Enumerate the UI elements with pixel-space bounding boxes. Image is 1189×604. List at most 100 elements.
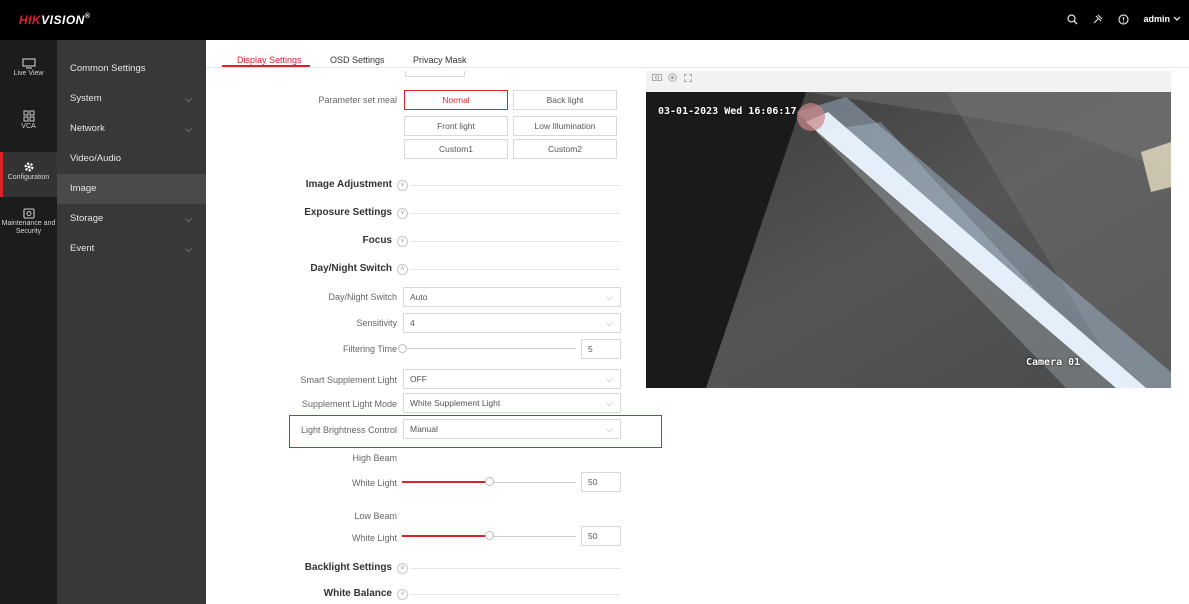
- param-custom1-button[interactable]: Custom1: [404, 139, 508, 159]
- chevron-down-icon[interactable]: ∨: [397, 208, 408, 219]
- chevron-down-icon[interactable]: ∨: [397, 563, 408, 574]
- section-image-adjustment[interactable]: Image Adjustment: [192, 179, 392, 190]
- chevron-down-icon: [1173, 16, 1181, 21]
- day-night-switch-select[interactable]: Auto ⌵: [403, 287, 621, 307]
- tab-osd-settings[interactable]: OSD Settings: [330, 55, 385, 65]
- chevron-down-icon: ⌵: [185, 214, 192, 224]
- chevron-down-icon: ⌵: [606, 318, 613, 328]
- filtering-time-slider-handle[interactable]: [398, 344, 407, 353]
- section-white-balance[interactable]: White Balance: [192, 588, 392, 599]
- fullscreen-icon[interactable]: [684, 74, 692, 82]
- nav-live-view[interactable]: Live View: [0, 58, 57, 92]
- low-beam-slider-fill: [402, 535, 489, 537]
- search-icon[interactable]: [1067, 13, 1078, 25]
- submenu-network[interactable]: Network ⌵: [57, 114, 206, 144]
- submenu-event[interactable]: Event ⌵: [57, 234, 206, 264]
- user-menu[interactable]: admin: [1143, 14, 1181, 24]
- low-beam-input[interactable]: 50: [581, 526, 621, 546]
- high-beam-white-light-label: White Light: [351, 478, 397, 488]
- chevron-down-icon: ⌵: [606, 292, 613, 302]
- submenu-event-label: Event: [70, 243, 95, 254]
- filtering-time-slider-track[interactable]: [402, 348, 576, 349]
- nav-vca[interactable]: VCA: [0, 110, 57, 144]
- top-actions: admin: [1067, 13, 1181, 25]
- supplement-mode-select[interactable]: White Supplement Light ⌵: [403, 393, 621, 413]
- smart-supplement-select[interactable]: OFF ⌵: [403, 369, 621, 389]
- sensitivity-select[interactable]: 4 ⌵: [403, 313, 621, 333]
- camera-image: [646, 92, 1171, 388]
- nav-live-view-label: Live View: [13, 70, 44, 77]
- submenu-network-label: Network: [70, 123, 105, 134]
- nav-configuration-label: Configuration: [7, 174, 50, 181]
- param-front-light-button[interactable]: Front light: [404, 116, 508, 136]
- record-icon[interactable]: [668, 73, 677, 82]
- section-day-night-switch[interactable]: Day/Night Switch: [192, 263, 392, 274]
- chevron-down-icon[interactable]: ∨: [397, 589, 408, 600]
- osd-timestamp: 03-01-2023 Wed 16:06:17: [658, 106, 797, 117]
- section-divider: [410, 269, 620, 270]
- high-beam-input[interactable]: 50: [581, 472, 621, 492]
- sensitivity-value: 4: [410, 318, 415, 328]
- config-submenu: Common Settings System ⌵ Network ⌵ Video/A…: [57, 40, 206, 604]
- brightness-control-value: Manual: [410, 424, 438, 434]
- monitor-icon: [21, 58, 36, 69]
- param-back-light-button[interactable]: Back light: [513, 90, 617, 110]
- submenu-system[interactable]: System ⌵: [57, 84, 206, 114]
- vca-icon: [23, 110, 34, 122]
- submenu-video-audio[interactable]: Video/Audio: [57, 144, 206, 174]
- section-divider: [410, 213, 620, 214]
- section-divider: [410, 594, 620, 595]
- day-night-switch-value: Auto: [410, 292, 428, 302]
- day-night-switch-label: Day/Night Switch: [328, 292, 397, 302]
- filtering-time-input[interactable]: 5: [581, 339, 621, 359]
- submenu-storage[interactable]: Storage ⌵: [57, 204, 206, 234]
- submenu-image-label: Image: [70, 183, 97, 194]
- section-focus[interactable]: Focus: [192, 235, 392, 246]
- logo-registered-mark: ®: [84, 13, 91, 20]
- main-nav-rail: Live View VCA Configuration Maintenance …: [0, 40, 57, 604]
- submenu-common-settings-label: Common Settings: [70, 63, 146, 74]
- scrolled-control-edge: [405, 71, 465, 77]
- connector-icon[interactable]: [1092, 13, 1104, 25]
- smart-supplement-value: OFF: [410, 374, 427, 384]
- gear-icon: [24, 162, 33, 172]
- submenu-image[interactable]: Image: [57, 174, 206, 204]
- nav-maintenance[interactable]: Maintenance and Security: [0, 208, 57, 250]
- supplement-mode-label: Supplement Light Mode: [301, 399, 397, 409]
- low-beam-label: Low Beam: [354, 511, 397, 521]
- chevron-down-icon[interactable]: ∨: [397, 236, 408, 247]
- filtering-time-label: Filtering Time: [342, 344, 397, 354]
- tab-bar: Display Settings OSD Settings Privacy Ma…: [206, 40, 1189, 68]
- chevron-down-icon: ⌵: [606, 398, 613, 408]
- submenu-common-settings[interactable]: Common Settings: [57, 54, 206, 84]
- high-beam-slider-handle[interactable]: [484, 477, 494, 486]
- sensitivity-label: Sensitivity: [356, 318, 397, 328]
- low-beam-slider-handle[interactable]: [484, 531, 494, 540]
- chevron-down-icon[interactable]: ∨: [397, 180, 408, 191]
- submenu-video-audio-label: Video/Audio: [70, 153, 122, 164]
- param-low-illumination-button[interactable]: Low Illumination: [513, 116, 617, 136]
- maintenance-icon: [22, 208, 35, 219]
- brightness-control-label: Light Brightness Control: [300, 425, 397, 435]
- capture-icon[interactable]: [652, 74, 662, 81]
- hikvision-logo: HIKVISION®: [19, 13, 91, 27]
- chevron-down-icon: ⌵: [185, 244, 192, 254]
- chevron-down-icon: ⌵: [185, 94, 192, 104]
- chevron-up-icon[interactable]: ∧: [397, 264, 408, 275]
- nav-configuration[interactable]: Configuration: [0, 152, 57, 197]
- nav-maintenance-label: Maintenance and Security: [1, 220, 56, 235]
- smart-supplement-label: Smart Supplement Light: [300, 375, 397, 385]
- help-icon[interactable]: [1118, 13, 1130, 25]
- brightness-control-select[interactable]: Manual ⌵: [403, 419, 621, 439]
- tab-display-settings[interactable]: Display Settings: [237, 55, 302, 65]
- section-exposure-settings[interactable]: Exposure Settings: [192, 207, 392, 218]
- active-tab-indicator: [222, 65, 310, 67]
- live-preview[interactable]: 03-01-2023 Wed 16:06:17 Camera 01: [646, 92, 1171, 388]
- tab-privacy-mask[interactable]: Privacy Mask: [413, 55, 467, 65]
- high-beam-slider-fill: [402, 481, 489, 483]
- section-backlight-settings[interactable]: Backlight Settings: [192, 562, 392, 573]
- submenu-storage-label: Storage: [70, 213, 104, 224]
- param-normal-button[interactable]: Normal: [404, 90, 508, 110]
- osd-camera-name: Camera 01: [1026, 357, 1081, 368]
- param-custom2-button[interactable]: Custom2: [513, 139, 617, 159]
